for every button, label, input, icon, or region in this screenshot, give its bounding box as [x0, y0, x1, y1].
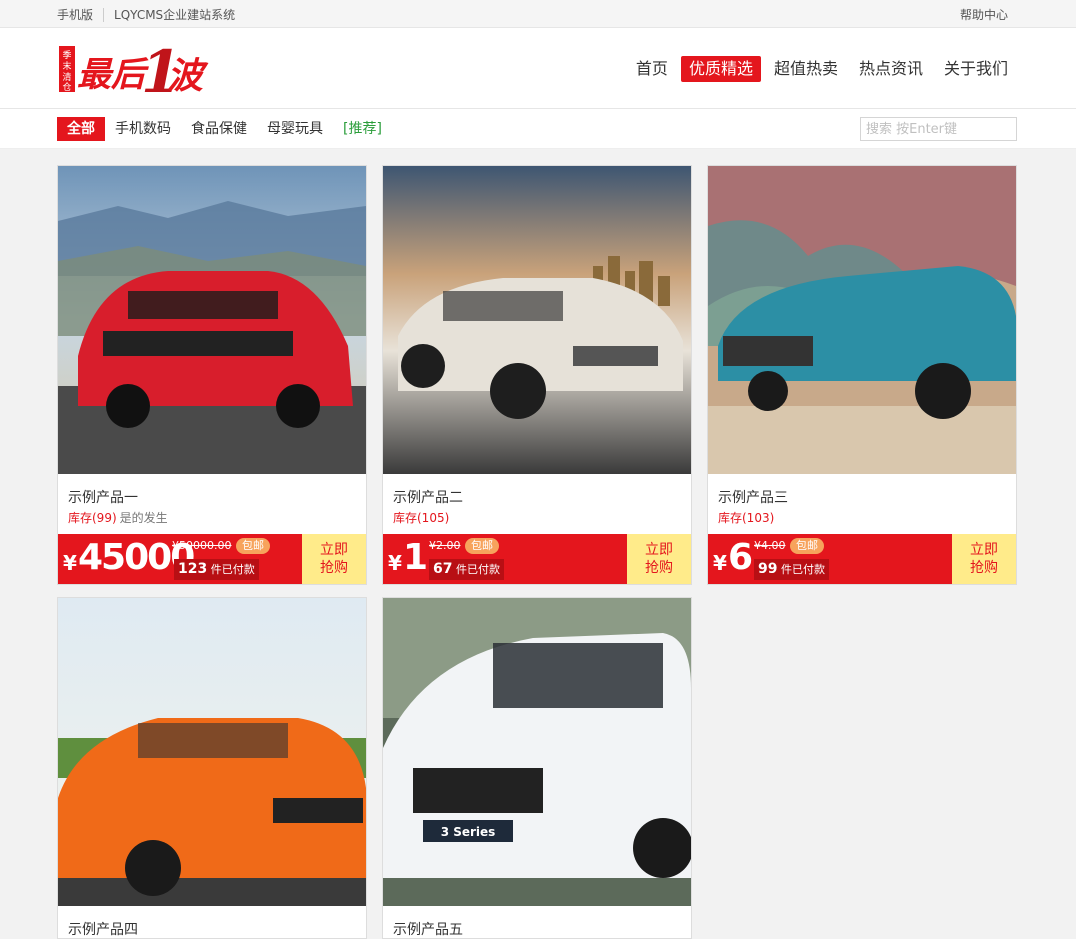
- currency-symbol: ¥: [388, 551, 402, 575]
- product-note: 是的发生: [119, 511, 168, 525]
- free-shipping-badge: 包邮: [236, 538, 270, 554]
- product-stock: 库存(105): [383, 506, 691, 534]
- category-list: 全部 手机数码 食品保健 母婴玩具 [推荐]: [57, 117, 392, 141]
- product-image[interactable]: 3 Series: [383, 598, 693, 906]
- price-panel: ¥ 6 ¥4.00 包邮 99 件已付款: [708, 534, 952, 584]
- stock-count: 库存(103): [718, 511, 775, 525]
- category-all[interactable]: 全部: [57, 117, 105, 141]
- buy-now-button[interactable]: 立即 抢购: [302, 534, 366, 584]
- top-bar: 手机版 LQYCMS企业建站系统 帮助中心: [0, 0, 1076, 28]
- category-food[interactable]: 食品保健: [181, 117, 257, 141]
- product-name[interactable]: 示例产品五: [383, 910, 691, 938]
- currency-symbol: ¥: [63, 551, 77, 575]
- product-image[interactable]: [383, 166, 691, 474]
- top-bar-left: 手机版 LQYCMS企业建站系统: [57, 6, 235, 23]
- currency-symbol: ¥: [713, 551, 727, 575]
- header: 季 末 清 仓 最后 1 波 首页 优质精选 超值热卖 热点资讯 关于我们: [0, 28, 1076, 109]
- product-card[interactable]: 示例产品三 库存(103) ¥ 6 ¥4.00 包邮 99 件已付款 立即 抢购: [707, 165, 1017, 585]
- svg-text:清: 清: [62, 71, 71, 83]
- product-image[interactable]: [708, 166, 1016, 474]
- product-name[interactable]: 示例产品四: [58, 910, 366, 938]
- product-stock: 库存(99) 是的发生: [58, 506, 366, 534]
- search-input[interactable]: [860, 117, 1017, 141]
- category-bar: 全部 手机数码 食品保健 母婴玩具 [推荐]: [0, 109, 1076, 149]
- product-name[interactable]: 示例产品二: [383, 478, 691, 506]
- category-recommend[interactable]: [推荐]: [333, 117, 392, 141]
- help-link[interactable]: 帮助中心: [960, 6, 1008, 23]
- product-name[interactable]: 示例产品一: [58, 478, 366, 506]
- product-card[interactable]: 3 Series 示例产品五: [382, 597, 693, 939]
- nav-news[interactable]: 热点资讯: [851, 56, 931, 82]
- site-link[interactable]: LQYCMS企业建站系统: [114, 6, 235, 23]
- divider: [103, 7, 105, 22]
- price-bar: ¥ 1 ¥2.00 包邮 67 件已付款 立即 抢购: [383, 534, 691, 584]
- nav-hot-sale[interactable]: 超值热卖: [766, 56, 846, 82]
- current-price: 6: [728, 537, 753, 578]
- nav-home[interactable]: 首页: [628, 56, 676, 82]
- product-image[interactable]: [58, 166, 366, 474]
- free-shipping-badge: 包邮: [790, 538, 824, 554]
- sold-count: 67 件已付款: [429, 559, 504, 580]
- buy-now-button[interactable]: 立即 抢购: [952, 534, 1016, 584]
- main-nav: 首页 优质精选 超值热卖 热点资讯 关于我们: [623, 56, 1016, 82]
- free-shipping-badge: 包邮: [465, 538, 499, 554]
- svg-text:末: 末: [62, 60, 71, 72]
- svg-text:最后: 最后: [77, 55, 149, 95]
- product-image[interactable]: [58, 598, 366, 906]
- product-name[interactable]: 示例产品三: [708, 478, 1016, 506]
- site-logo[interactable]: 季 末 清 仓 最后 1 波: [57, 36, 209, 102]
- stock-count: 库存(99): [68, 511, 117, 525]
- nav-featured[interactable]: 优质精选: [680, 56, 761, 82]
- category-baby[interactable]: 母婴玩具: [257, 117, 333, 141]
- nav-about[interactable]: 关于我们: [936, 56, 1016, 82]
- svg-text:仓: 仓: [62, 81, 71, 93]
- price-bar: ¥ 6 ¥4.00 包邮 99 件已付款 立即 抢购: [708, 534, 1016, 584]
- product-stock: 库存(103): [708, 506, 1016, 534]
- svg-text:波: 波: [167, 55, 209, 97]
- current-price: 1: [403, 537, 428, 578]
- product-card[interactable]: 示例产品一 库存(99) 是的发生 ¥ 45000 ¥50000.00 包邮 12…: [57, 165, 367, 585]
- mobile-link[interactable]: 手机版: [57, 6, 93, 23]
- category-digital[interactable]: 手机数码: [105, 117, 181, 141]
- price-panel: ¥ 1 ¥2.00 包邮 67 件已付款: [383, 534, 627, 584]
- stock-count: 库存(105): [393, 511, 450, 525]
- sold-count: 123 件已付款: [174, 559, 259, 580]
- product-card[interactable]: 示例产品二 库存(105) ¥ 1 ¥2.00 包邮 67 件已付款 立即 抢购: [382, 165, 692, 585]
- original-price: ¥4.00: [754, 539, 786, 552]
- svg-text:3 Series: 3 Series: [441, 825, 496, 839]
- original-price: ¥50000.00: [172, 539, 232, 552]
- original-price: ¥2.00: [429, 539, 461, 552]
- sold-count: 99 件已付款: [754, 559, 829, 580]
- svg-text:季: 季: [62, 49, 71, 61]
- product-card[interactable]: 示例产品四: [57, 597, 367, 939]
- buy-now-button[interactable]: 立即 抢购: [627, 534, 691, 584]
- price-bar: ¥ 45000 ¥50000.00 包邮 123 件已付款 立即 抢购: [58, 534, 366, 584]
- price-panel: ¥ 45000 ¥50000.00 包邮 123 件已付款: [58, 534, 302, 584]
